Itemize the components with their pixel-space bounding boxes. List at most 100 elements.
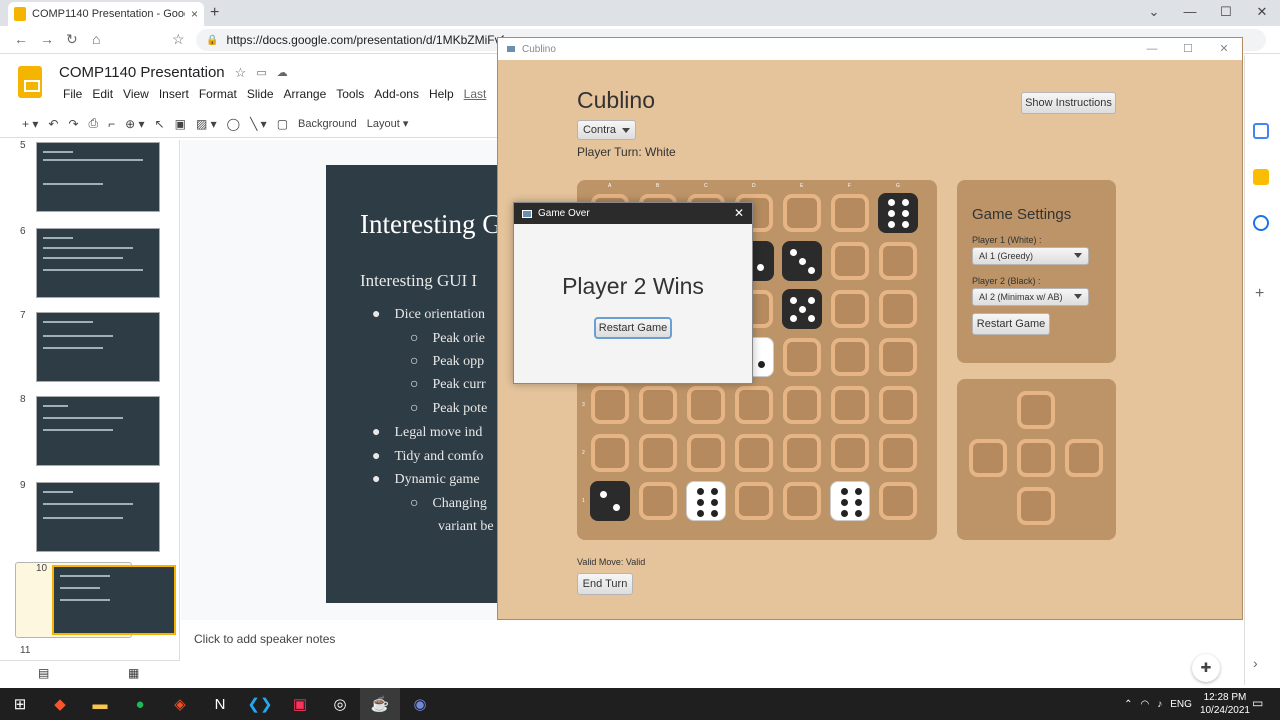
menu-tools[interactable]: Tools (331, 87, 369, 101)
slide-thumbnail[interactable]: 11 (0, 645, 175, 661)
board-cell[interactable] (591, 434, 629, 472)
reload-icon[interactable]: ↻ (66, 31, 78, 48)
current-slide[interactable]: Interesting G Interesting GUI I ● Dice o… (326, 165, 502, 603)
select-icon[interactable]: ↖ (155, 117, 165, 131)
board-cell[interactable] (735, 434, 773, 472)
board-cell[interactable] (831, 338, 869, 376)
end-turn-button[interactable]: End Turn (577, 573, 633, 595)
slides-logo-icon[interactable] (18, 66, 42, 98)
minimize-icon[interactable]: — (1134, 38, 1170, 60)
background-button[interactable]: Background (298, 118, 357, 130)
explore-icon[interactable]: ✚ (1192, 654, 1220, 682)
redo-icon[interactable]: ↷ (68, 117, 78, 131)
notifications-icon[interactable]: ▭ (1252, 696, 1263, 710)
back-icon[interactable]: ← (14, 31, 28, 47)
variant-select[interactable]: Contra (577, 120, 636, 140)
windows-start-icon[interactable]: ⊞ (0, 688, 40, 720)
textbox-icon[interactable]: ▣ (175, 117, 186, 131)
slide-thumbnail-selected[interactable]: 10 (15, 562, 176, 638)
black-die[interactable] (782, 289, 822, 329)
board-cell[interactable] (591, 386, 629, 424)
star-icon[interactable]: ☆ (235, 65, 247, 81)
comment-icon[interactable]: ▢ (277, 117, 288, 131)
browser-tab[interactable]: COMP1140 Presentation - Google Slides × (8, 2, 204, 26)
board-cell[interactable] (831, 194, 869, 232)
white-die[interactable] (686, 481, 726, 521)
menu-arrange[interactable]: Arrange (279, 87, 332, 101)
expand-panel-icon[interactable]: › (1253, 655, 1258, 671)
black-die[interactable] (590, 481, 630, 521)
close-icon[interactable]: ✕ (734, 206, 744, 220)
move-folder-icon[interactable]: ▭ (256, 66, 266, 79)
new-tab-button[interactable]: + (210, 4, 219, 22)
language-indicator[interactable]: ENG (1170, 699, 1192, 710)
filmstrip-view-icon[interactable]: ▤ (38, 666, 49, 680)
player2-select[interactable]: AI 2 (Minimax w/ AB) (972, 288, 1089, 306)
minimize-icon[interactable]: — (1172, 0, 1208, 26)
speaker-notes[interactable]: Click to add speaker notes (194, 632, 335, 646)
board-cell[interactable] (831, 242, 869, 280)
add-addon-icon[interactable]: + (1255, 285, 1264, 303)
zoom-icon[interactable]: ⊕ ▾ (125, 117, 144, 131)
board-cell[interactable] (831, 386, 869, 424)
menu-insert[interactable]: Insert (154, 87, 194, 101)
show-instructions-button[interactable]: Show Instructions (1021, 92, 1116, 114)
undo-icon[interactable]: ↶ (48, 117, 58, 131)
paint-format-icon[interactable]: ⌐ (108, 117, 115, 131)
menu-addons[interactable]: Add-ons (369, 87, 424, 101)
board-cell[interactable] (879, 482, 917, 520)
board-cell[interactable] (639, 434, 677, 472)
slide-thumbnail[interactable]: 5 (0, 140, 175, 214)
clock[interactable]: 12:28 PM 10/24/2021 (1200, 691, 1250, 717)
layout-button[interactable]: Layout ▾ (367, 117, 409, 130)
board-cell[interactable] (687, 434, 725, 472)
tab-close-icon[interactable]: × (191, 7, 198, 21)
discord-icon[interactable]: ◉ (400, 688, 440, 720)
black-die[interactable] (782, 241, 822, 281)
board-cell[interactable] (879, 242, 917, 280)
file-explorer-icon[interactable]: ▬ (80, 688, 120, 720)
keep-icon[interactable] (1253, 169, 1269, 185)
menu-last-edit[interactable]: Last (459, 87, 492, 101)
maximize-icon[interactable]: ☐ (1170, 38, 1206, 60)
image-icon[interactable]: ▨ ▾ (196, 117, 217, 131)
wifi-icon[interactable]: ◠ (1141, 699, 1150, 710)
dialog-restart-button[interactable]: Restart Game (594, 317, 672, 339)
black-die[interactable] (878, 193, 918, 233)
new-slide-icon[interactable]: + ▾ (22, 117, 38, 131)
board-cell[interactable] (639, 482, 677, 520)
forward-icon[interactable]: → (40, 31, 54, 47)
board-cell[interactable] (783, 434, 821, 472)
player1-select[interactable]: AI 1 (Greedy) (972, 247, 1089, 265)
menu-format[interactable]: Format (194, 87, 242, 101)
board-cell[interactable] (879, 386, 917, 424)
notion-icon[interactable]: N (200, 688, 240, 720)
slide-thumbnail[interactable]: 7 (0, 310, 175, 384)
line-icon[interactable]: ╲ ▾ (250, 117, 267, 131)
board-cell[interactable] (783, 482, 821, 520)
grid-view-icon[interactable]: ▦ (128, 666, 139, 680)
spotify-icon[interactable]: ● (120, 688, 160, 720)
brave-icon[interactable]: ◆ (40, 688, 80, 720)
close-icon[interactable]: ✕ (1206, 38, 1242, 60)
board-cell[interactable] (831, 434, 869, 472)
slide-thumbnail[interactable]: 8 (0, 394, 175, 468)
maximize-icon[interactable]: ☐ (1208, 0, 1244, 26)
tray-expand-icon[interactable]: ⌃ (1124, 699, 1132, 710)
menu-file[interactable]: File (58, 87, 87, 101)
board-cell[interactable] (735, 482, 773, 520)
slide-thumbnail[interactable]: 9 (0, 480, 175, 554)
document-title[interactable]: COMP1140 Presentation (59, 64, 225, 81)
menu-help[interactable]: Help (424, 87, 459, 101)
menu-edit[interactable]: Edit (87, 87, 118, 101)
board-cell[interactable] (687, 386, 725, 424)
board-cell[interactable] (831, 290, 869, 328)
menu-view[interactable]: View (118, 87, 154, 101)
board-cell[interactable] (735, 386, 773, 424)
bookmark-icon[interactable]: ☆ (172, 31, 185, 48)
obs-icon[interactable]: ◎ (320, 688, 360, 720)
board-cell[interactable] (783, 386, 821, 424)
java-taskbar-icon[interactable]: ☕ (360, 688, 400, 720)
volume-icon[interactable]: ♪ (1157, 699, 1162, 710)
board-cell[interactable] (879, 434, 917, 472)
